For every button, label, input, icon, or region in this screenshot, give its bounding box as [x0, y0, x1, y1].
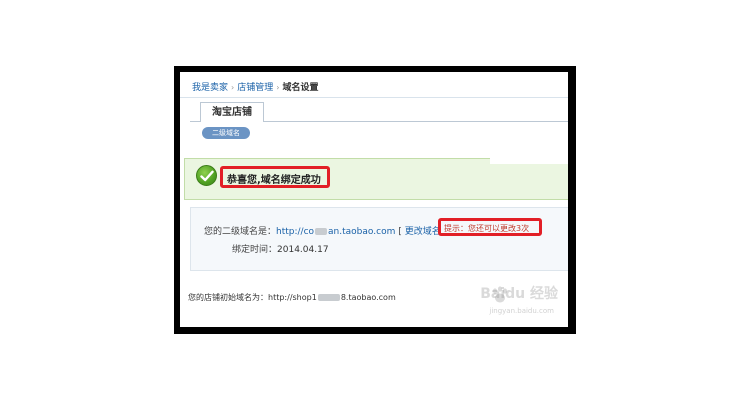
- breadcrumb-current: 域名设置: [282, 83, 319, 93]
- baidu-watermark-url: jingyan.baidu.com: [489, 307, 554, 315]
- bracket-open: [: [398, 227, 402, 237]
- subtab-second-level-domain[interactable]: 二级域名: [202, 127, 250, 139]
- breadcrumb-seller[interactable]: 我是卖家: [192, 83, 228, 93]
- initial-domain-prefix: http://shop1: [268, 293, 317, 302]
- check-circle-icon: [196, 165, 217, 186]
- baidu-watermark: Baidu 经验: [480, 286, 558, 302]
- bind-time-label: 绑定时间：: [232, 245, 278, 255]
- domain-label: 您的二级域名是：: [204, 227, 277, 237]
- domain-info-panel: [190, 207, 568, 271]
- breadcrumb-separator: ›: [231, 83, 235, 92]
- banner-edge: [490, 158, 568, 164]
- domain-link[interactable]: http://co an.taobao.com: [276, 227, 395, 237]
- tab-taobao-shop[interactable]: 淘宝店铺: [200, 102, 264, 122]
- initial-domain-suffix: 8.taobao.com: [340, 293, 396, 302]
- bind-time-value: 2014.04.17: [277, 245, 329, 255]
- screenshot-frame: 我是卖家 › 店铺管理 › 域名设置 淘宝店铺 二级域名 恭喜您,域名绑定成功 您的二级…: [174, 66, 576, 334]
- change-domain-link[interactable]: 更改域名: [405, 227, 441, 237]
- success-message: 恭喜您,域名绑定成功: [227, 175, 321, 186]
- change-limit-tip: 提示：您还可以更改3次: [444, 224, 530, 233]
- page-content: 我是卖家 › 店铺管理 › 域名设置 淘宝店铺 二级域名 恭喜您,域名绑定成功 您的二级…: [180, 72, 568, 327]
- breadcrumb: 我是卖家 › 店铺管理 › 域名设置: [192, 80, 318, 93]
- breadcrumb-shop-management[interactable]: 店铺管理: [237, 83, 273, 93]
- redacted-text: [315, 228, 328, 235]
- initial-domain-note: 您的店铺初始域名为：http://shop1 8.taobao.com: [188, 292, 396, 303]
- domain-row: 您的二级域名是：http://co an.taobao.com[ 更改域名: [204, 224, 441, 237]
- domain-suffix: an.taobao.com: [328, 227, 396, 237]
- bind-time-row: 绑定时间：2014.04.17: [232, 242, 329, 255]
- initial-domain-label: 您的店铺初始域名为：: [188, 293, 268, 302]
- breadcrumb-separator: ›: [276, 83, 280, 92]
- divider: [180, 97, 568, 98]
- domain-prefix: http://co: [276, 227, 315, 237]
- redacted-text: [317, 294, 340, 301]
